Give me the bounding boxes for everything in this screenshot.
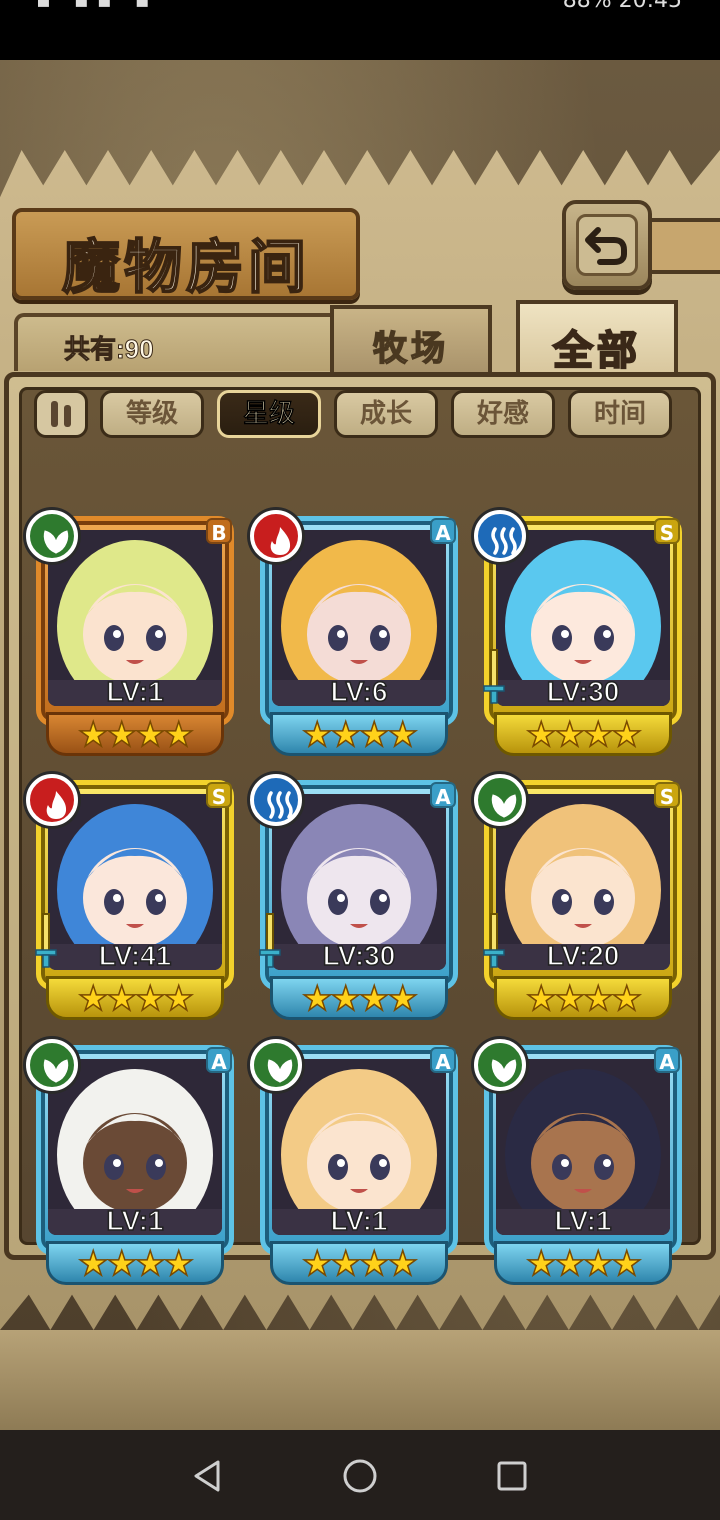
monster-card[interactable]: LV:41 S ★★★★ xyxy=(26,774,238,1020)
return-button[interactable] xyxy=(562,200,652,290)
monster-card[interactable]: LV:6 A ★★★★ xyxy=(250,510,462,756)
system-nav-bar xyxy=(0,1430,720,1520)
monster-level: LV:1 xyxy=(106,675,165,708)
monster-level: LV:30 xyxy=(546,675,620,708)
sort-icon xyxy=(51,401,58,427)
rank-badge: A xyxy=(654,1047,680,1074)
monster-level: LV:1 xyxy=(106,1204,165,1237)
monster-card[interactable]: LV:1 A ★★★★ xyxy=(250,1039,462,1285)
bottom-decoration xyxy=(0,1330,720,1430)
star-rating: ★★★★ xyxy=(46,712,224,756)
tab-all[interactable]: 全部 xyxy=(516,300,678,380)
monster-card[interactable]: LV:20 S ★★★★ xyxy=(474,774,686,1020)
star-rating: ★★★★ xyxy=(270,976,448,1020)
monster-level: LV:1 xyxy=(330,1204,389,1237)
filter-level[interactable]: 等级 xyxy=(100,390,204,438)
sword-icon xyxy=(483,913,505,968)
rank-badge: B xyxy=(206,518,232,545)
star-rating: ★★★★ xyxy=(494,1241,672,1285)
tab-ranch-label: 牧场 xyxy=(372,328,449,370)
rank-badge: A xyxy=(430,782,456,809)
status-icons-left: ▪ ▪▪ ▪ xyxy=(36,0,158,13)
rank-badge: S xyxy=(206,782,232,809)
filter-growth[interactable]: 成长 xyxy=(334,390,438,438)
sword-icon xyxy=(483,649,505,704)
star-rating: ★★★★ xyxy=(494,712,672,756)
water-element-icon xyxy=(474,510,526,562)
status-bar: ▪ ▪▪ ▪ 88% 20:45 xyxy=(0,0,720,60)
star-rating: ★★★★ xyxy=(494,976,672,1020)
monster-level: LV:20 xyxy=(546,939,620,972)
filter-time[interactable]: 时间 xyxy=(568,390,672,438)
monster-count-bar: 共有:90 xyxy=(14,313,344,371)
rank-badge: A xyxy=(430,518,456,545)
filter-affection[interactable]: 好感 xyxy=(451,390,555,438)
grass-element-icon xyxy=(26,510,78,562)
star-rating: ★★★★ xyxy=(270,1241,448,1285)
monster-level: LV:1 xyxy=(554,1204,613,1237)
status-icons-right: 88% 20:45 xyxy=(562,0,682,13)
title-plate: 魔物房间 xyxy=(12,208,360,302)
page-title: 魔物房间 xyxy=(61,232,310,302)
sword-icon xyxy=(259,913,281,968)
monster-level: LV:30 xyxy=(322,939,396,972)
sort-order-button[interactable] xyxy=(34,390,88,438)
tab-ranch[interactable]: 牧场 xyxy=(330,305,492,375)
monster-card[interactable]: LV:30 S ★★★★ xyxy=(474,510,686,756)
rank-badge: A xyxy=(430,1047,456,1074)
star-rating: ★★★★ xyxy=(270,712,448,756)
return-arrow-icon xyxy=(585,227,627,265)
monster-card[interactable]: LV:1 B ★★★★ xyxy=(26,510,238,756)
monster-card[interactable]: LV:30 A ★★★★ xyxy=(250,774,462,1020)
sort-icon-bar xyxy=(64,405,71,427)
grass-element-icon xyxy=(474,1039,526,1091)
monster-level: LV:41 xyxy=(98,939,172,972)
grass-element-icon xyxy=(474,774,526,826)
tab-all-label: 全部 xyxy=(552,327,641,375)
home-icon[interactable] xyxy=(340,1456,380,1496)
grass-element-icon xyxy=(26,1039,78,1091)
sword-icon xyxy=(35,913,57,968)
star-rating: ★★★★ xyxy=(46,976,224,1020)
recent-apps-icon[interactable] xyxy=(492,1456,532,1496)
back-icon[interactable] xyxy=(188,1456,228,1496)
grass-element-icon xyxy=(250,1039,302,1091)
rank-badge: A xyxy=(206,1047,232,1074)
water-element-icon xyxy=(250,774,302,826)
monster-card[interactable]: LV:1 A ★★★★ xyxy=(26,1039,238,1285)
fire-element-icon xyxy=(250,510,302,562)
filter-star[interactable]: 星级 xyxy=(217,390,321,438)
fire-element-icon xyxy=(26,774,78,826)
back-rail xyxy=(640,218,720,274)
monster-count: 共有:90 xyxy=(64,334,155,365)
rank-badge: S xyxy=(654,782,680,809)
monster-card[interactable]: LV:1 A ★★★★ xyxy=(474,1039,686,1285)
rank-badge: S xyxy=(654,518,680,545)
monster-level: LV:6 xyxy=(330,675,389,708)
star-rating: ★★★★ xyxy=(46,1241,224,1285)
